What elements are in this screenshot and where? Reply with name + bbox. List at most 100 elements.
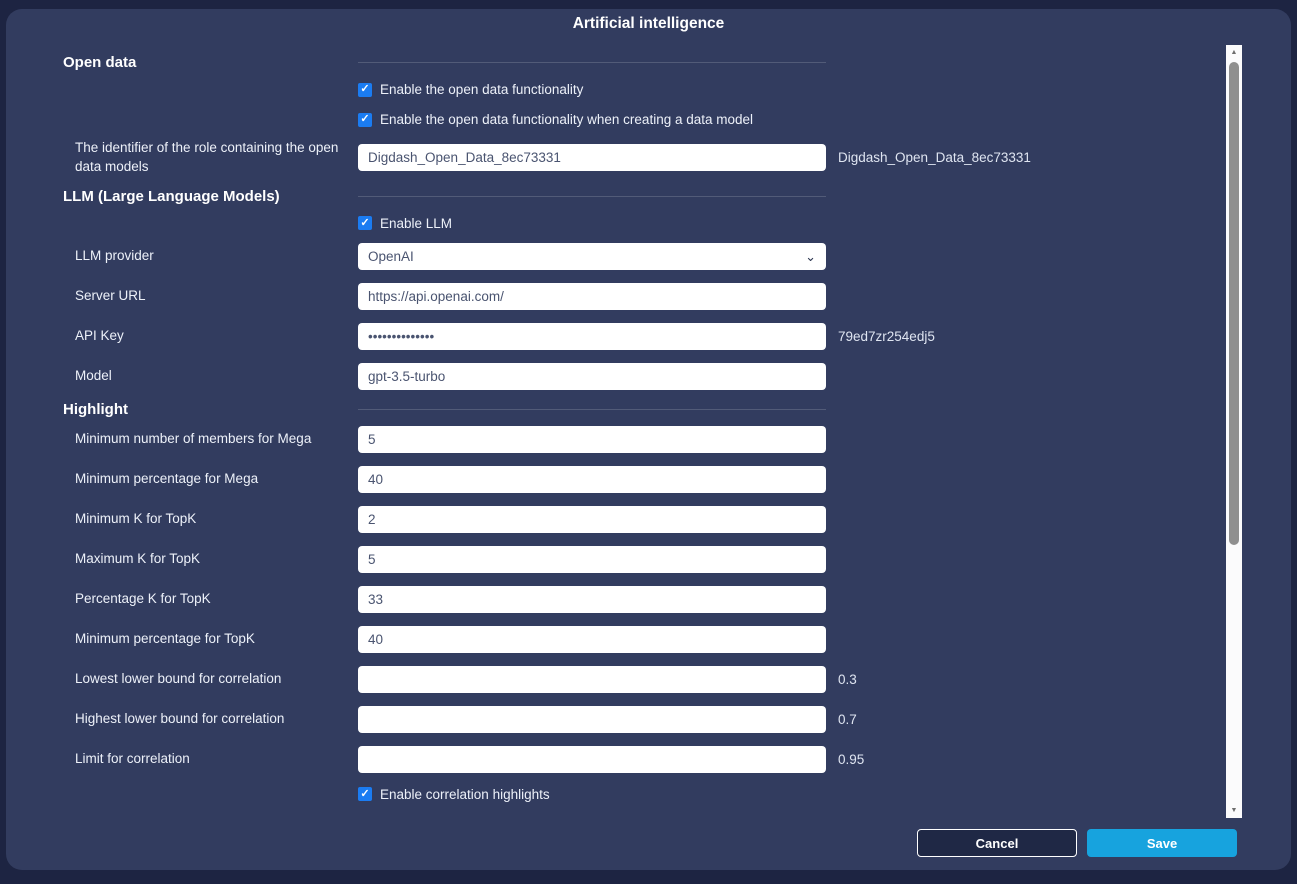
settings-form: Open data ✓ Enable the open data functiona…	[6, 40, 1220, 818]
highest-lower-bound-correlation-input[interactable]	[358, 706, 826, 733]
field-echo-value: 0.95	[838, 752, 1220, 767]
save-button[interactable]: Save	[1087, 829, 1237, 857]
form-row: Server URL	[6, 283, 1220, 310]
enable-llm-checkbox[interactable]: ✓	[358, 216, 372, 230]
checkbox-label: Enable the open data functionality when …	[380, 112, 753, 127]
field-label: Percentage K for TopK	[63, 590, 346, 609]
form-row: API Key 79ed7zr254edj5	[6, 323, 1220, 350]
form-row: ✓ Enable LLM	[6, 210, 1220, 237]
field-label: Maximum K for TopK	[63, 550, 346, 569]
checkbox-row: ✓ Enable the open data functionality when…	[358, 106, 826, 133]
field-control	[358, 426, 826, 453]
field-control: OpenAI ⌄	[358, 243, 826, 270]
field-label: Limit for correlation	[63, 750, 346, 769]
enable-correlation-highlights-checkbox[interactable]: ✓	[358, 787, 372, 801]
field-label: Minimum K for TopK	[63, 510, 346, 529]
field-control	[358, 626, 826, 653]
enable-open-data-checkbox[interactable]: ✓	[358, 83, 372, 97]
field-label: Model	[63, 367, 346, 386]
field-control	[358, 466, 826, 493]
model-input[interactable]	[358, 363, 826, 390]
field-label: Minimum percentage for Mega	[63, 470, 346, 489]
min-k-topk-input[interactable]	[358, 506, 826, 533]
max-k-topk-input[interactable]	[358, 546, 826, 573]
chevron-down-icon: ⌄	[805, 250, 816, 263]
form-row: Maximum K for TopK	[6, 546, 1220, 573]
form-row: Highest lower bound for correlation 0.7	[6, 706, 1220, 733]
form-row: Agent	[6, 815, 1220, 818]
cancel-button[interactable]: Cancel	[917, 829, 1077, 857]
field-control	[358, 283, 826, 310]
field-label: Minimum number of members for Mega	[63, 430, 346, 449]
form-row: Open data	[6, 54, 1220, 71]
checkbox-label: Enable LLM	[380, 216, 452, 231]
form-row: Minimum percentage for TopK	[6, 626, 1220, 653]
checkbox-label: Enable the open data functionality	[380, 82, 583, 97]
scrollbar-thumb[interactable]	[1229, 62, 1239, 545]
enable-open-data-datamodel-checkbox[interactable]: ✓	[358, 113, 372, 127]
limit-correlation-input[interactable]	[358, 746, 826, 773]
field-label: LLM provider	[63, 247, 346, 266]
field-label: Lowest lower bound for correlation	[63, 670, 346, 689]
lowest-lower-bound-correlation-input[interactable]	[358, 666, 826, 693]
form-row: LLM (Large Language Models)	[6, 188, 1220, 205]
vertical-scrollbar[interactable]: ▲ ▼	[1226, 45, 1242, 818]
field-label: Minimum percentage for TopK	[63, 630, 346, 649]
field-echo-value: 0.7	[838, 712, 1220, 727]
field-control	[358, 363, 826, 390]
section-header-agent: Agent	[63, 815, 346, 818]
api-key-input[interactable]	[358, 323, 826, 350]
ai-settings-dialog: Artificial intelligence Open data ✓ Enable…	[6, 9, 1291, 870]
form-row: Highlight	[6, 401, 1220, 418]
form-row: Model	[6, 363, 1220, 390]
form-row: ✓ Enable the open data functionality when…	[6, 106, 1220, 133]
field-control	[358, 706, 826, 733]
section-header-open-data: Open data	[63, 54, 346, 71]
field-echo-value: 0.3	[838, 672, 1220, 687]
form-row: ✓ Enable correlation highlights	[6, 781, 1220, 808]
form-row: LLM provider OpenAI ⌄	[6, 243, 1220, 270]
section-header-llm-large-language-models: LLM (Large Language Models)	[63, 188, 346, 205]
checkbox-label: Enable correlation highlights	[380, 787, 550, 802]
field-control	[358, 506, 826, 533]
form-row: Minimum number of members for Mega	[6, 426, 1220, 453]
form-row: Lowest lower bound for correlation 0.3	[6, 666, 1220, 693]
field-label: The identifier of the role containing th…	[63, 139, 346, 177]
min-percentage-mega-input[interactable]	[358, 466, 826, 493]
select-value: OpenAI	[368, 249, 414, 264]
dialog-footer: Cancel Save	[917, 829, 1237, 857]
form-row: ✓ Enable the open data functionality	[6, 76, 1220, 103]
form-row: Minimum K for TopK	[6, 506, 1220, 533]
dialog-title: Artificial intelligence	[6, 15, 1291, 33]
page-background: Artificial intelligence Open data ✓ Enable…	[0, 0, 1297, 884]
llm-provider-select[interactable]: OpenAI ⌄	[358, 243, 826, 270]
scrollbar-down-icon[interactable]: ▼	[1226, 804, 1242, 817]
field-control	[358, 666, 826, 693]
checkbox-row: ✓ Enable correlation highlights	[358, 781, 826, 808]
section-divider	[358, 62, 826, 63]
field-label: Server URL	[63, 287, 346, 306]
scrollbar-up-icon[interactable]: ▲	[1226, 46, 1242, 59]
section-header-highlight: Highlight	[63, 401, 346, 418]
field-control	[358, 586, 826, 613]
field-label: API Key	[63, 327, 346, 346]
section-divider	[358, 409, 826, 410]
field-echo-value: 79ed7zr254edj5	[838, 329, 1220, 344]
open-data-role-input[interactable]	[358, 144, 826, 171]
field-label: Highest lower bound for correlation	[63, 710, 346, 729]
field-control	[358, 323, 826, 350]
percentage-k-topk-input[interactable]	[358, 586, 826, 613]
form-row: The identifier of the role containing th…	[6, 139, 1220, 177]
field-control	[358, 546, 826, 573]
section-divider	[358, 196, 826, 197]
form-row: Limit for correlation 0.95	[6, 746, 1220, 773]
field-control	[358, 144, 826, 171]
field-echo-value: Digdash_Open_Data_8ec73331	[838, 150, 1220, 165]
min-members-mega-input[interactable]	[358, 426, 826, 453]
checkbox-row: ✓ Enable LLM	[358, 210, 826, 237]
server-url-input[interactable]	[358, 283, 826, 310]
checkbox-row: ✓ Enable the open data functionality	[358, 76, 826, 103]
min-percentage-topk-input[interactable]	[358, 626, 826, 653]
form-row: Minimum percentage for Mega	[6, 466, 1220, 493]
form-row: Percentage K for TopK	[6, 586, 1220, 613]
